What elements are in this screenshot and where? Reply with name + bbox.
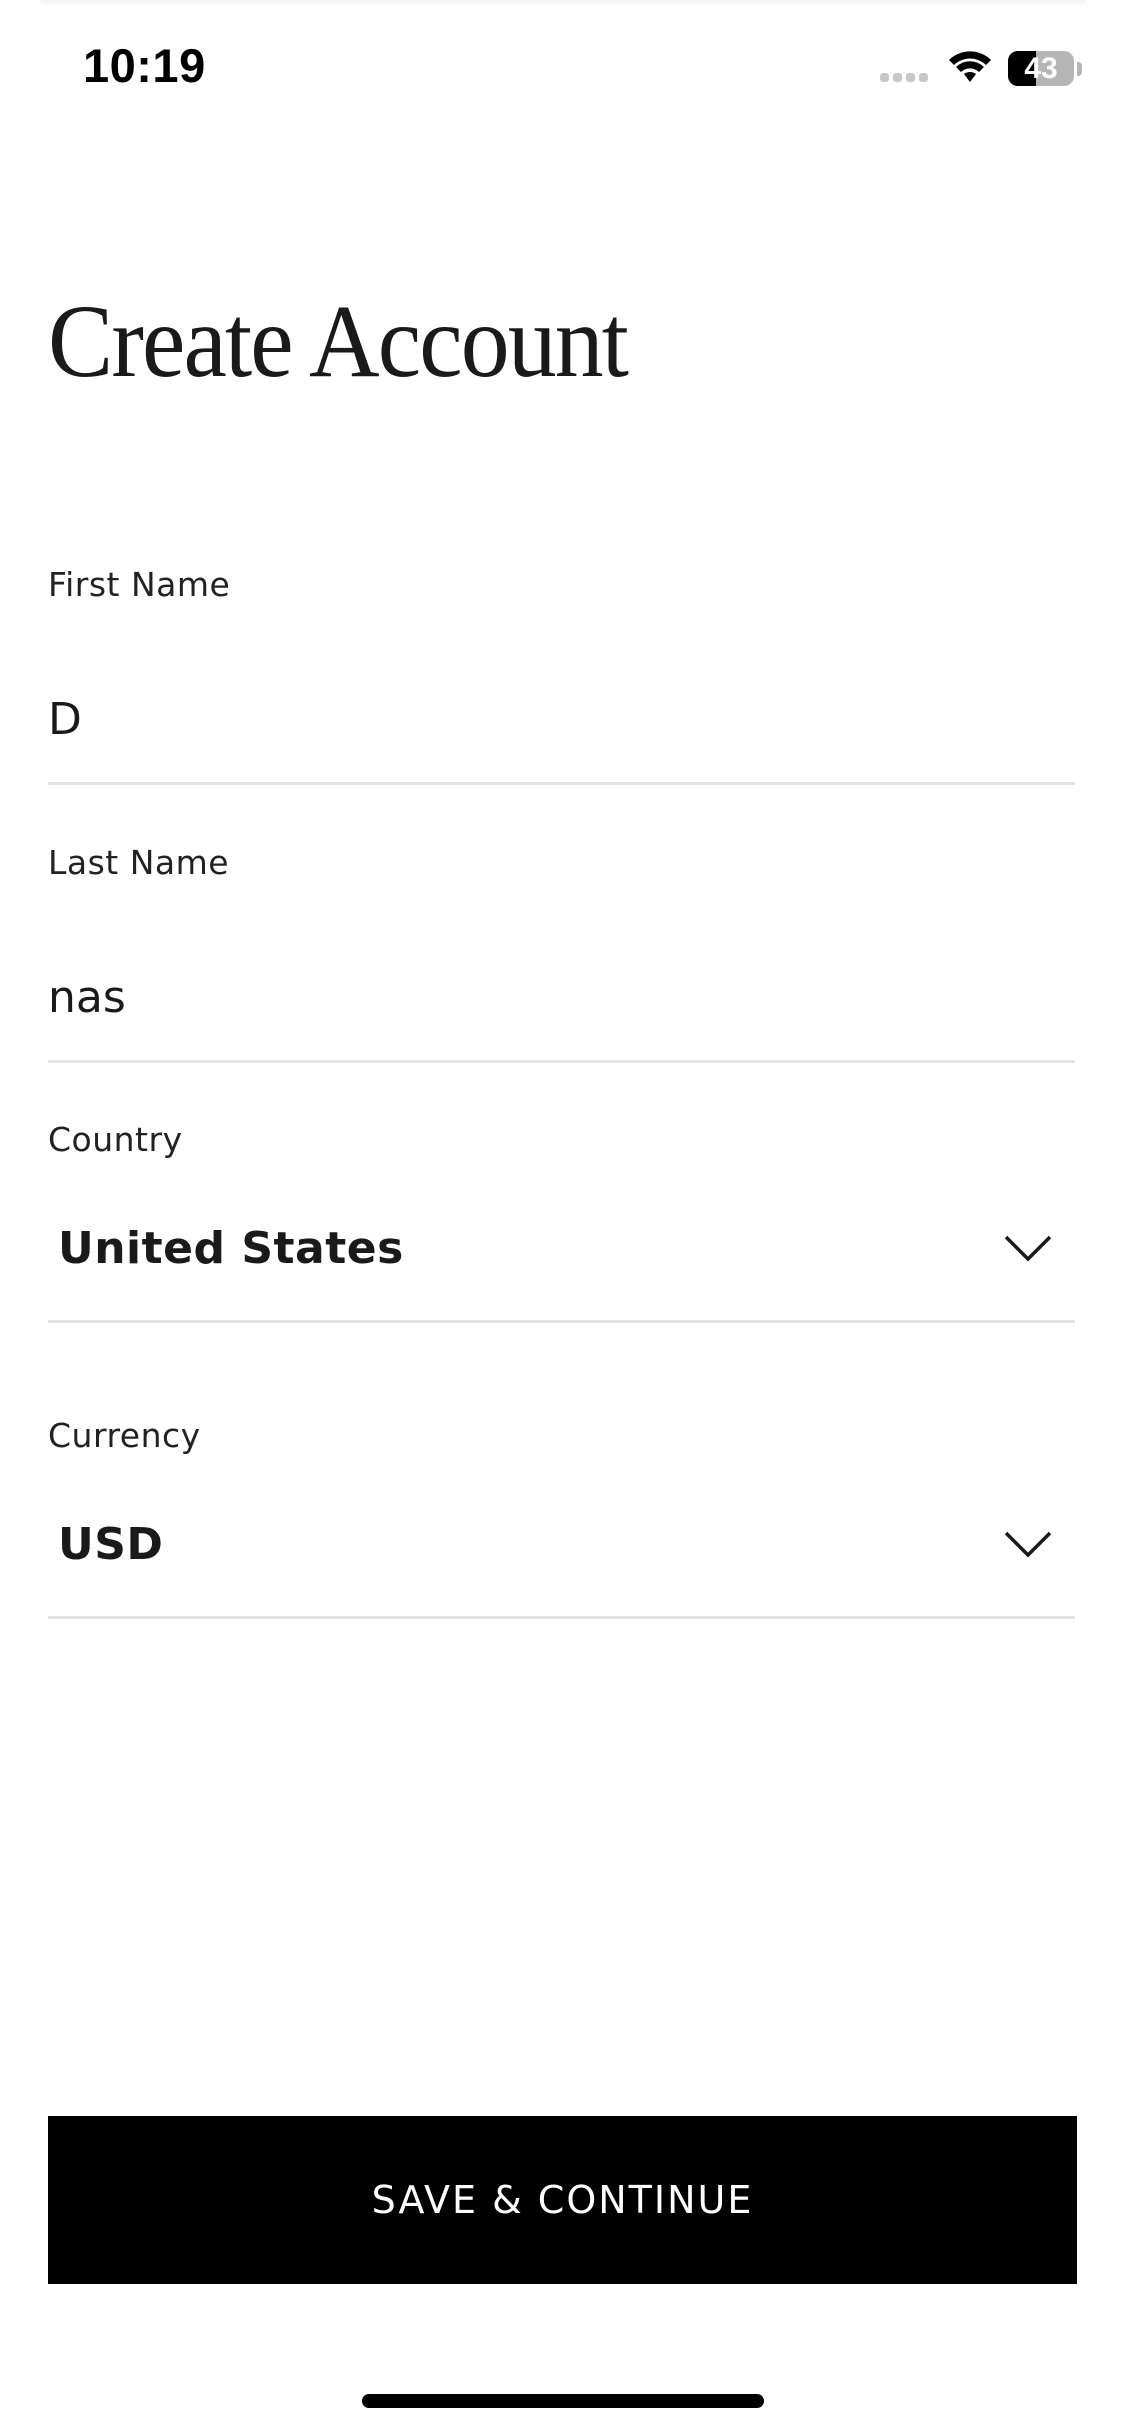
chevron-down-icon: [1004, 1235, 1052, 1262]
last-name-label: Last Name: [48, 843, 230, 882]
cellular-signal-icon: [880, 73, 928, 82]
country-divider: [48, 1320, 1075, 1323]
battery-cap: [1077, 62, 1082, 76]
wifi-icon: [949, 51, 991, 82]
country-select[interactable]: United States: [48, 1208, 1075, 1288]
currency-value: USD: [58, 1518, 164, 1570]
first-name-field[interactable]: [48, 689, 1073, 749]
country-label: Country: [48, 1120, 183, 1159]
save-and-continue-button[interactable]: SAVE & CONTINUE: [48, 2116, 1077, 2284]
currency-label: Currency: [48, 1416, 201, 1455]
currency-select[interactable]: USD: [48, 1504, 1075, 1584]
top-edge-shadow: [40, 0, 1085, 8]
home-indicator[interactable]: [362, 2394, 764, 2408]
first-name-label: First Name: [48, 565, 231, 604]
currency-divider: [48, 1616, 1075, 1619]
last-name-divider: [48, 1060, 1075, 1063]
page-title: Create Account: [48, 284, 629, 399]
last-name-field[interactable]: [48, 967, 1073, 1027]
status-time: 10:19: [83, 39, 206, 92]
country-value: United States: [58, 1222, 404, 1274]
first-name-divider: [48, 782, 1075, 785]
battery-percent: 43: [1024, 51, 1058, 85]
chevron-down-icon: [1004, 1531, 1052, 1558]
battery-icon: 43: [1008, 51, 1074, 86]
